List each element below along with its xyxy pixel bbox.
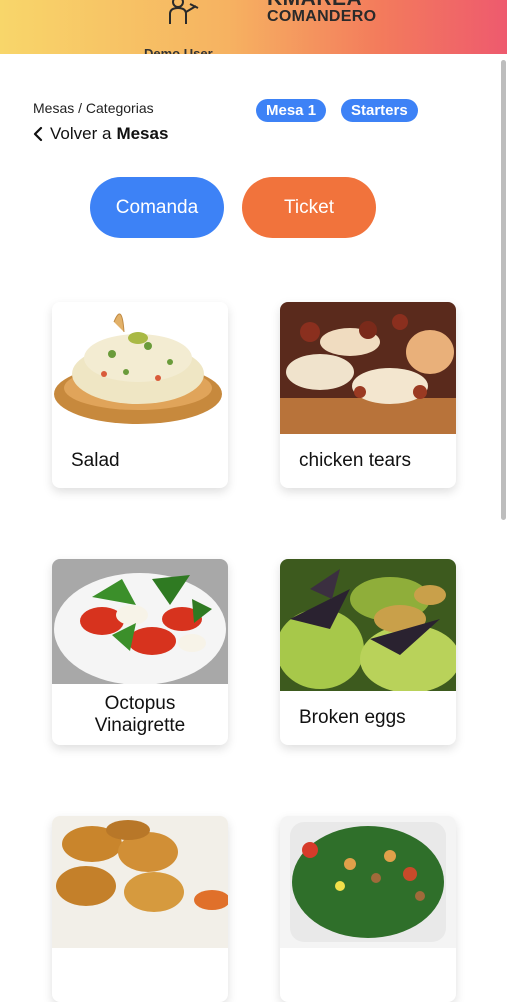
product-name: Salad <box>71 450 120 471</box>
croquettes-image <box>52 816 228 948</box>
product-card-croquettes[interactable] <box>52 816 228 1002</box>
ticket-button[interactable]: Ticket <box>242 177 376 238</box>
brand-logo: KMAREA COMANDERO <box>267 0 376 26</box>
product-name: Broken eggs <box>299 707 406 728</box>
product-card-broken-eggs[interactable]: Broken eggs <box>280 559 456 745</box>
product-name: Octopus Vinaigrette <box>94 692 186 736</box>
product-card-chicken-tears[interactable]: chicken tears <box>280 302 456 488</box>
product-card-octopus-vinaigrette[interactable]: Octopus Vinaigrette <box>52 559 228 745</box>
product-card-green-salad[interactable] <box>280 816 456 1002</box>
chicken-tears-image <box>280 302 456 434</box>
product-name: chicken tears <box>299 450 411 471</box>
broken-eggs-image <box>280 559 456 691</box>
category-badge: Starters <box>341 99 418 122</box>
breadcrumb: Mesas / Categorias <box>33 100 154 116</box>
salad-image <box>52 302 228 434</box>
product-name <box>280 948 456 1002</box>
chevron-left-icon <box>33 126 43 142</box>
octopus-vinaigrette-image <box>52 559 228 691</box>
back-link-prefix: Volver a <box>50 124 112 143</box>
scrollbar[interactable] <box>501 60 506 520</box>
user-name: Demo User <box>144 46 213 54</box>
back-to-mesas-link[interactable]: Volver a Mesas <box>33 124 168 144</box>
mesa-badge: Mesa 1 <box>256 99 327 122</box>
waiter-icon <box>169 0 199 24</box>
comanda-button[interactable]: Comanda <box>90 177 224 238</box>
brand-line-2: COMANDERO <box>267 8 377 25</box>
green-salad-image <box>280 816 456 948</box>
product-name <box>52 948 228 1002</box>
app-header: KMAREA COMANDERO Demo User <box>0 0 507 54</box>
product-card-salad[interactable]: Salad <box>52 302 228 488</box>
back-link-target: Mesas <box>116 124 169 143</box>
